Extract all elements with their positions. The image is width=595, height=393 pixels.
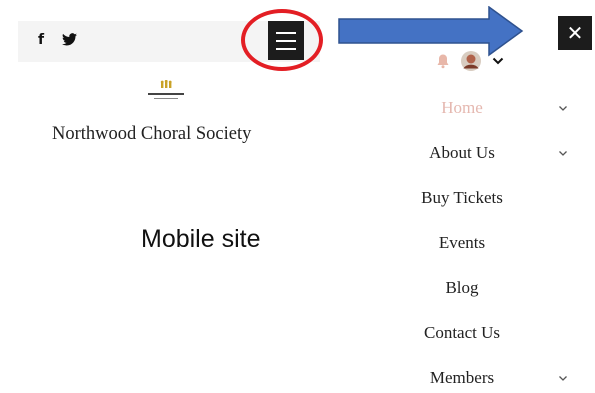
bell-icon[interactable] (436, 53, 450, 69)
nav-item-about-us[interactable]: About Us (395, 138, 595, 168)
mobile-site-label: Mobile site (141, 225, 261, 253)
site-name: Northwood Choral Society (52, 124, 252, 144)
nav-item-label: Buy Tickets (421, 188, 503, 207)
nav-item-label: Members (429, 368, 495, 387)
nav-item-blog[interactable]: Blog (395, 273, 595, 303)
close-icon: ✕ (566, 21, 584, 45)
society-logo (148, 80, 184, 99)
arrow-right-icon (338, 6, 524, 57)
chevron-down-icon[interactable] (492, 57, 504, 65)
facebook-icon[interactable]: f (38, 30, 44, 50)
nav-item-label: Home (441, 98, 483, 117)
nav-item-label: Contact Us (423, 323, 501, 342)
chevron-down-icon[interactable] (557, 372, 569, 384)
close-menu-button[interactable]: ✕ (558, 16, 592, 50)
nav-item-home[interactable]: Home (395, 93, 595, 123)
avatar[interactable] (461, 51, 481, 71)
nav-item-label: About Us (429, 143, 495, 162)
highlight-circle (241, 9, 323, 71)
nav-item-members[interactable]: Members (395, 363, 595, 393)
twitter-icon[interactable] (62, 33, 77, 46)
chevron-down-icon[interactable] (557, 102, 569, 114)
nav-item-label: Events (438, 233, 486, 252)
nav-item-events[interactable]: Events (395, 228, 595, 258)
nav-item-label: Blog (445, 278, 479, 297)
nav-item-buy-tickets[interactable]: Buy Tickets (395, 183, 595, 213)
nav-item-contact-us[interactable]: Contact Us (395, 318, 595, 348)
chevron-down-icon[interactable] (557, 147, 569, 159)
